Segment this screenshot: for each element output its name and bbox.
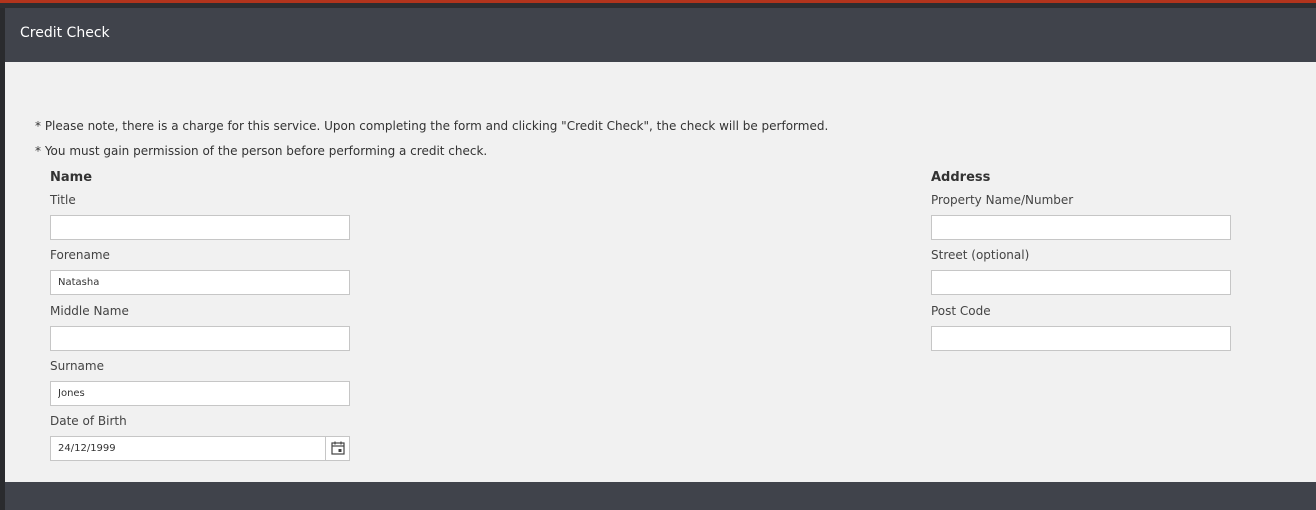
title-input[interactable] xyxy=(50,215,350,240)
credit-check-dialog: Credit Check * Please note, there is a c… xyxy=(5,8,1316,510)
property-input[interactable] xyxy=(931,215,1231,240)
middle-name-input[interactable] xyxy=(50,326,350,351)
title-label: Title xyxy=(50,193,76,207)
calendar-button[interactable] xyxy=(325,437,349,460)
street-label: Street (optional) xyxy=(931,248,1030,262)
street-input[interactable] xyxy=(931,270,1231,295)
dialog-header: Credit Check xyxy=(5,8,1316,62)
date-of-birth-input[interactable] xyxy=(51,437,325,460)
charge-note: * Please note, there is a charge for thi… xyxy=(35,119,829,133)
postcode-label: Post Code xyxy=(931,304,991,318)
name-section-heading: Name xyxy=(50,170,93,185)
postcode-input[interactable] xyxy=(931,326,1231,351)
surname-input[interactable] xyxy=(50,381,350,406)
surname-label: Surname xyxy=(50,359,104,373)
property-label: Property Name/Number xyxy=(931,193,1074,207)
permission-note: * You must gain permission of the person… xyxy=(35,144,488,158)
middle-name-label: Middle Name xyxy=(50,304,129,318)
address-section-heading: Address xyxy=(931,170,991,185)
app-top-strip xyxy=(0,0,1316,8)
date-of-birth-picker xyxy=(50,436,350,461)
dialog-footer xyxy=(5,482,1316,510)
forename-label: Forename xyxy=(50,248,110,262)
calendar-icon xyxy=(331,441,345,455)
forename-input[interactable] xyxy=(50,270,350,295)
date-of-birth-label: Date of Birth xyxy=(50,414,127,428)
dialog-title: Credit Check xyxy=(20,25,110,41)
